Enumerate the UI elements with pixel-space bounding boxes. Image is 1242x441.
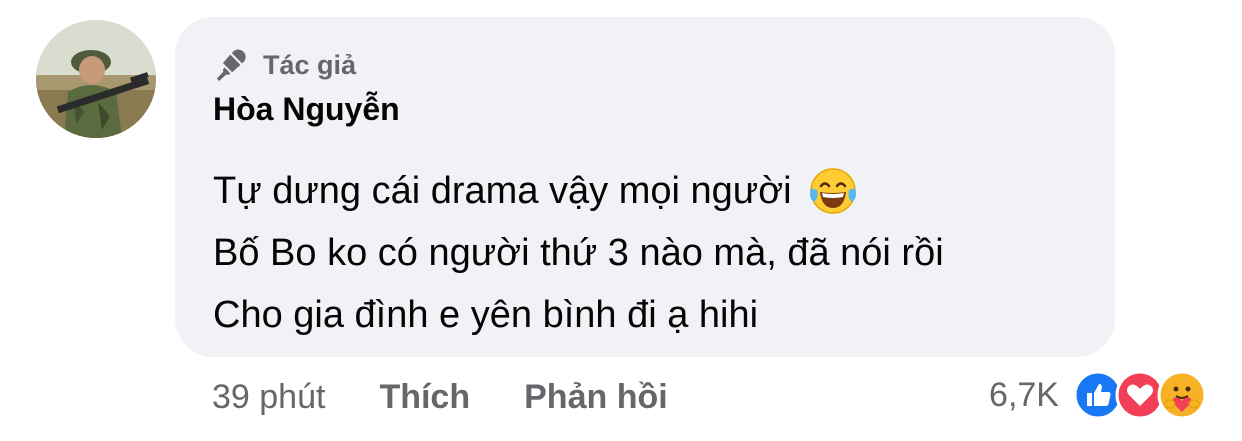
comment-line: Tự dưng cái drama vậy mọi người: [213, 160, 1115, 222]
author-name[interactable]: Hòa Nguyễn: [213, 91, 1115, 128]
comment-bubble: Tác giả Hòa Nguyễn Tự dưng cái drama vậy…: [175, 17, 1115, 357]
like-button[interactable]: Thích: [379, 378, 470, 417]
author-badge-label: Tác giả: [263, 49, 357, 80]
avatar-photo: [36, 20, 156, 138]
comment-line-text: Tự dưng cái drama vậy mọi người: [213, 170, 792, 212]
avatar[interactable]: [36, 20, 156, 138]
laughing-tears-emoji-icon: [809, 168, 856, 214]
reply-button[interactable]: Phản hồi: [524, 378, 668, 417]
comment-line: Bố Bo ko có người thứ 3 nào mà, đã nói r…: [213, 222, 1115, 284]
comment-actions: 39 phút Thích Phản hồi: [212, 374, 722, 420]
care-reaction-icon: [1157, 370, 1207, 420]
comment-text: Tự dưng cái drama vậy mọi người Bố Bo ko…: [213, 160, 1115, 346]
reaction-count[interactable]: 6,7K: [989, 376, 1059, 415]
microphone-icon: [216, 49, 246, 82]
comment-line: Cho gia đình e yên bình đi ạ hihi: [213, 284, 1115, 346]
comment-line-text: Cho gia đình e yên bình đi ạ hihi: [213, 294, 759, 336]
comment-line-text: Bố Bo ko có người thứ 3 nào mà, đã nói r…: [213, 232, 944, 274]
timestamp-link[interactable]: 39 phút: [212, 378, 325, 417]
author-badge-row: Tác giả: [213, 47, 1115, 83]
reaction-summary[interactable]: 6,7K: [989, 370, 1207, 420]
